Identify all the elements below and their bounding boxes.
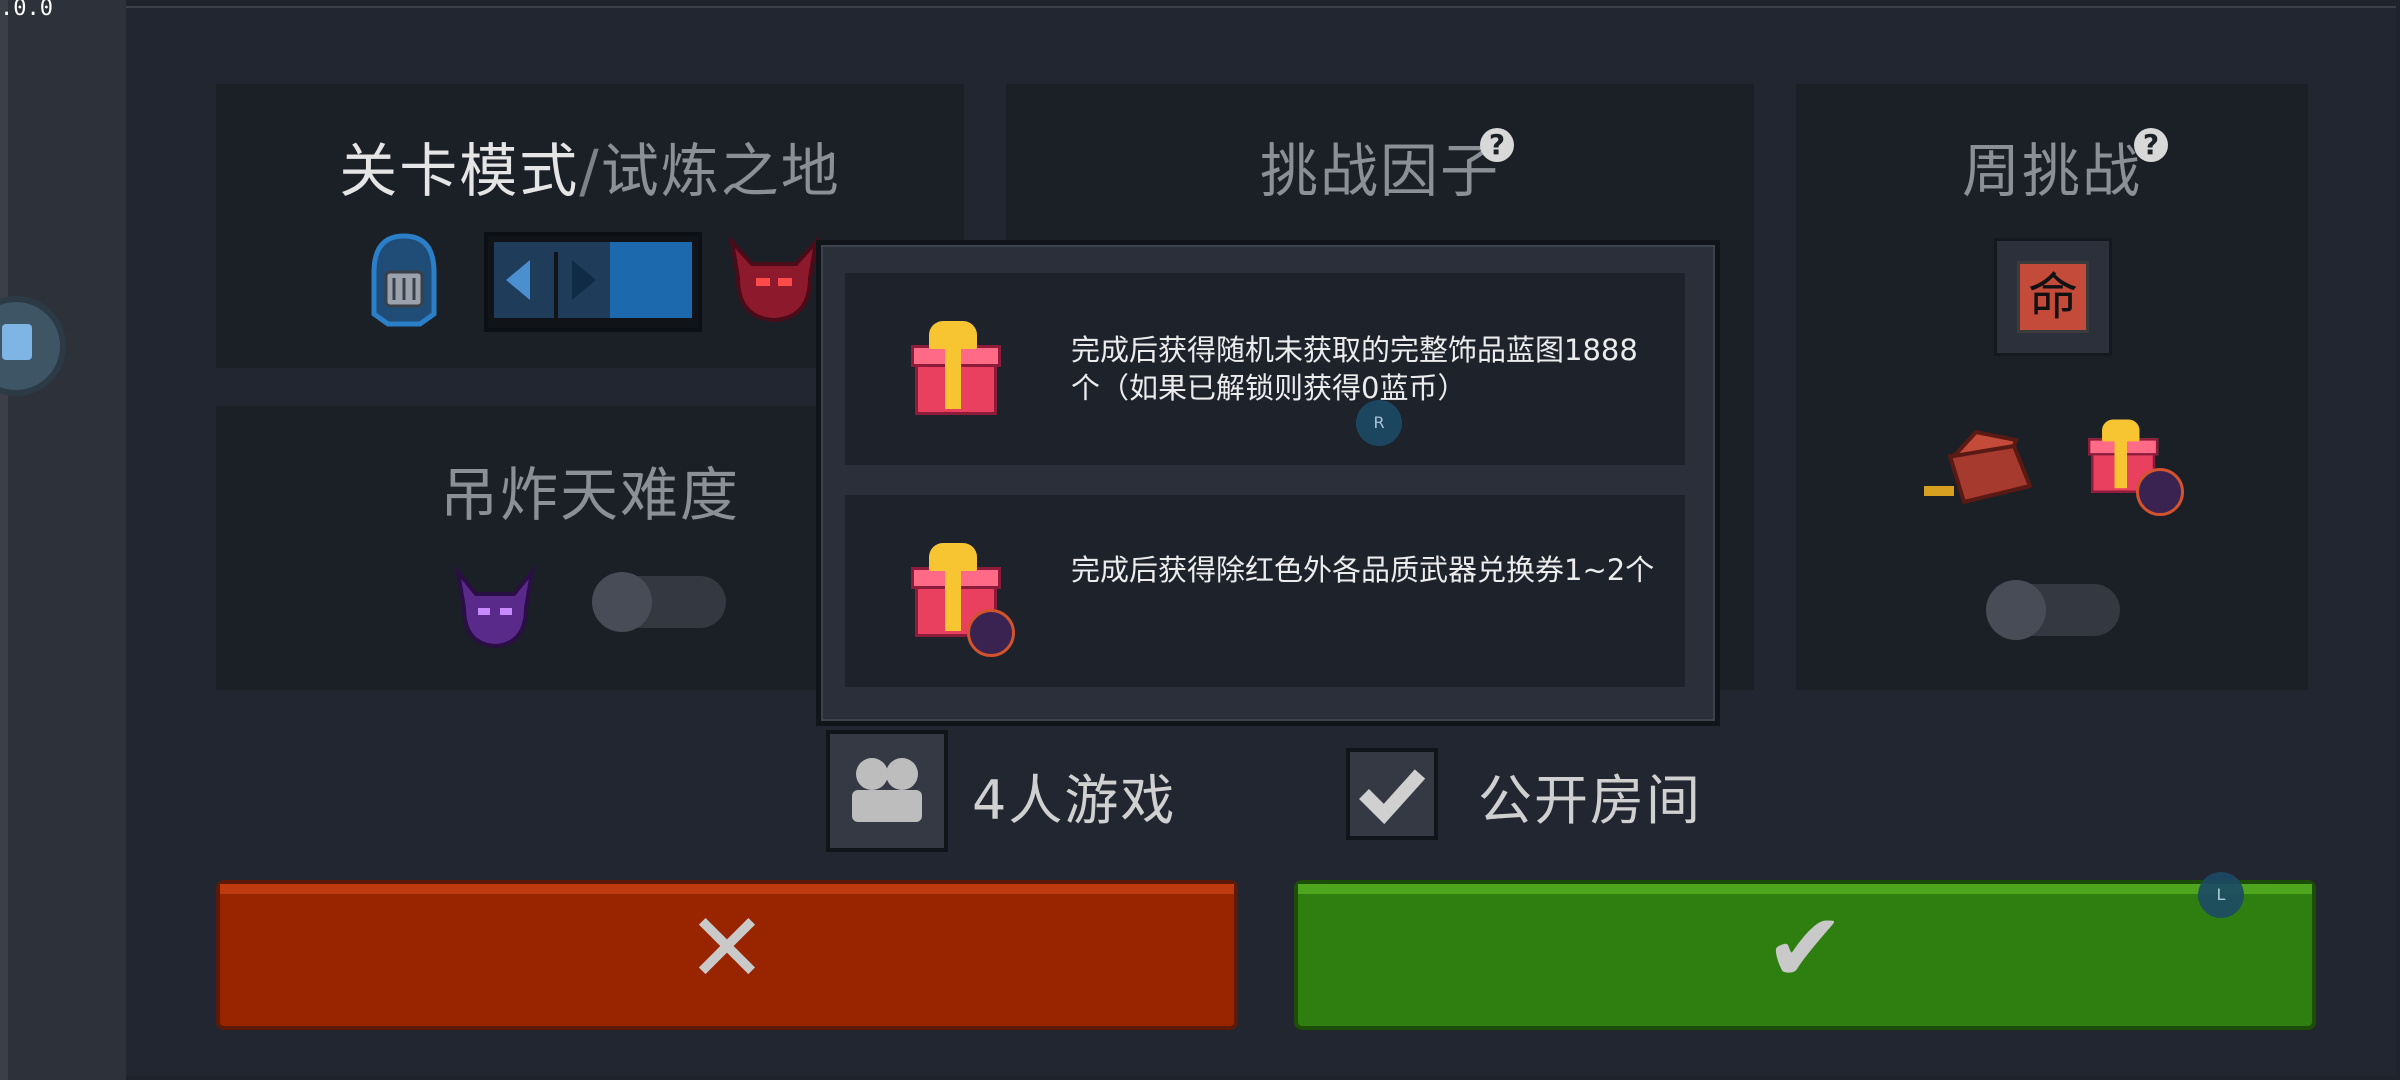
weekly-badge[interactable]: 命 [1994,238,2112,356]
demon-helmet-icon [728,235,820,323]
challenge-help-icon[interactable]: ? [1480,128,1514,162]
gift-icon [911,319,1001,415]
knight-helmet-icon [371,233,437,327]
reward-text: 完成后获得随机未获取的完整饰品蓝图1888个（如果已解锁则获得0蓝币） [1071,333,1638,405]
arrow-right-icon[interactable] [572,260,596,300]
confirm-button[interactable]: ✔ [1294,880,2316,1030]
skull-badge-icon [967,609,1015,657]
arrow-left-icon[interactable] [506,260,530,300]
side-tab-icon [2,324,32,360]
weekly-toggle[interactable] [1986,580,2120,640]
level-mode-title: 关卡模式/试炼之地 [216,124,964,208]
checkmark-icon [1359,769,1426,825]
toggle-knob [1986,580,2046,640]
challenge-factor-title: 挑战因子 [1259,137,1500,205]
mode-switch-divider [554,252,558,318]
weekly-badge-glyph: 命 [2017,261,2089,333]
left-edge-strip [0,0,8,1080]
mode-switch[interactable] [484,232,702,332]
public-room-label: 公开房间 [1478,769,1702,832]
cancel-button[interactable]: ✕ [216,880,1238,1030]
player-count-label: 4人游戏 [972,769,1177,832]
weekly-challenge-title: 周挑战 [1961,137,2142,205]
version-text: .0.0 [0,0,53,21]
check-icon: ✔ [1764,892,1846,1004]
r-key-hint: R [1356,400,1402,446]
open-chest-icon [1924,429,2033,505]
players-icon [852,758,922,822]
purple-demon-helmet-icon [454,566,536,649]
trial-land-label[interactable]: 试炼之地 [601,137,841,205]
public-room-checkbox[interactable] [1346,748,1438,840]
level-mode-label: 关卡模式 [339,137,580,205]
difficulty-toggle[interactable] [592,572,726,632]
weekly-help-icon[interactable]: ? [2134,128,2168,162]
close-icon: ✕ [686,892,768,1004]
side-bar [8,0,126,1080]
reward-row: 完成后获得随机未获取的完整饰品蓝图1888个（如果已解锁则获得0蓝币） [845,273,1685,465]
mode-switch-active [610,242,692,318]
toggle-knob [592,572,652,632]
rewards-popup: 完成后获得随机未获取的完整饰品蓝图1888个（如果已解锁则获得0蓝币） 完成后获… [816,240,1720,726]
weekly-skull-badge-icon [2136,468,2184,516]
reward-row: 完成后获得除红色外各品质武器兑换券1~2个 [845,495,1685,687]
mode-switch-arrows [494,242,612,318]
player-count-button[interactable] [826,730,948,852]
title-separator: / [579,137,601,205]
l-key-hint: L [2198,872,2244,918]
weekly-challenge-panel: 周挑战 ? 命 [1796,84,2308,690]
reward-text: 完成后获得除红色外各品质武器兑换券1~2个 [1071,553,1655,587]
